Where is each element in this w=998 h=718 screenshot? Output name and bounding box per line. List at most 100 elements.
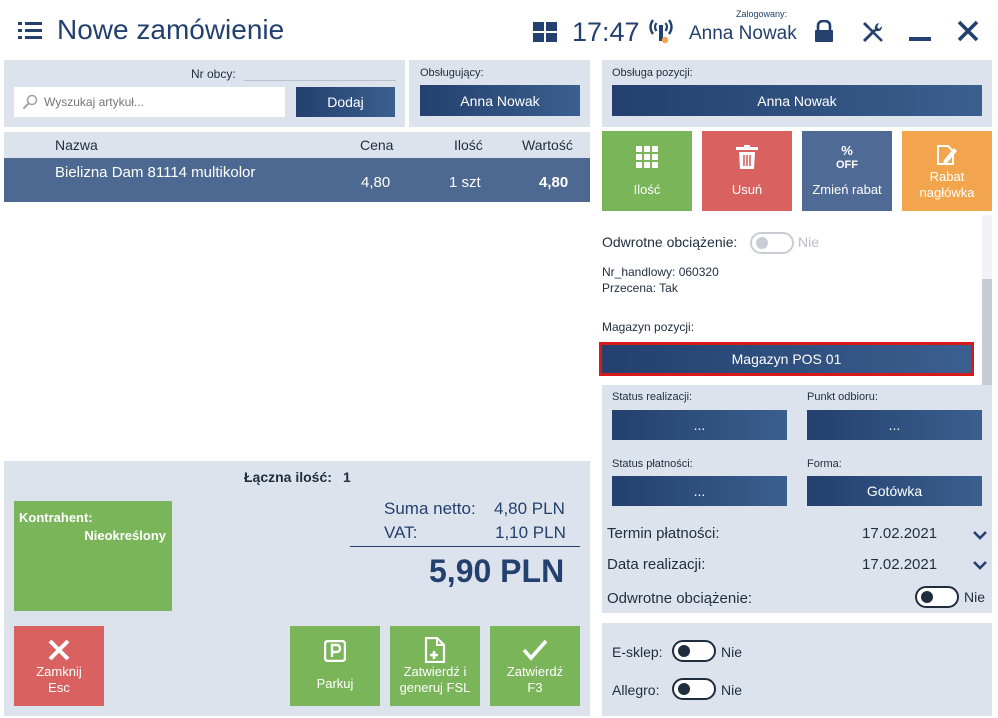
item-reverse-charge-value: Nie	[798, 234, 820, 250]
allegro-toggle[interactable]	[672, 678, 716, 700]
termin-value[interactable]: 17.02.2021	[862, 525, 937, 542]
discount-icon: % OFF	[836, 143, 858, 171]
order-reverse-charge-value: Nie	[964, 589, 986, 605]
attendant-button[interactable]: Anna Nowak	[420, 85, 580, 116]
column-name: Nazwa	[55, 137, 98, 153]
total-amount: 5,90 PLN	[429, 553, 565, 589]
clock-time: 17:47	[572, 17, 640, 47]
search-field[interactable]	[14, 87, 285, 117]
delete-tile[interactable]: Usuń	[702, 131, 792, 211]
logged-user[interactable]: Anna Nowak	[689, 23, 797, 45]
change-discount-label: Zmień rabat	[812, 182, 882, 197]
contractor-tile[interactable]: Kontrahent: Nieokreślony	[14, 501, 172, 611]
vat-value: 1,10 PLN	[495, 523, 566, 542]
nr-obcy-input[interactable]	[244, 80, 396, 81]
search-input[interactable]	[44, 93, 274, 111]
column-qty: Ilość	[454, 137, 483, 153]
position-service-button[interactable]: Anna Nowak	[612, 85, 982, 116]
esklep-toggle[interactable]	[672, 640, 716, 662]
close-icon[interactable]	[957, 20, 979, 42]
row-item-qty: 1 szt	[449, 174, 481, 191]
scrollbar-track[interactable]	[982, 215, 992, 385]
termin-label: Termin płatności:	[607, 525, 720, 542]
checkmark-icon	[522, 639, 548, 665]
status-platnosci-label: Status płatności:	[612, 458, 693, 470]
esklep-value: Nie	[721, 644, 743, 660]
discounted-flag: Przecena: Tak	[602, 281, 678, 295]
menu-icon[interactable]	[18, 22, 42, 40]
confirm-button[interactable]: Zatwierdź F3	[490, 626, 580, 706]
discount-icon-text: OFF	[836, 159, 858, 171]
order-details-panel: Status realizacji: ... Punkt odbioru: ..…	[602, 385, 992, 613]
data-realizacji-label: Data realizacji:	[607, 556, 706, 573]
close-shortcut: Esc	[48, 680, 70, 695]
delete-tile-label: Usuń	[731, 182, 763, 197]
document-add-icon	[423, 636, 447, 667]
park-button[interactable]: Parkuj	[290, 626, 380, 706]
total-quantity-value: 1	[343, 469, 351, 485]
forma-button[interactable]: Gotówka	[807, 476, 982, 506]
header-discount-tile[interactable]: Rabat nagłówka	[902, 131, 992, 211]
details-area: Odwrotne obciążenie: Nie Nr_handlowy: 06…	[598, 215, 982, 385]
status-realizacji-label: Status realizacji:	[612, 391, 693, 403]
item-reverse-charge-toggle[interactable]	[750, 232, 794, 254]
forma-label: Forma:	[807, 458, 842, 470]
total-quantity-bar: Łączna ilość: 1	[4, 461, 590, 490]
netto-label: Suma netto:	[384, 499, 476, 518]
edit-document-icon	[935, 143, 959, 171]
channels-panel: E-sklep: Nie Allegro: Nie	[602, 623, 992, 716]
quantity-tile[interactable]: Ilość	[602, 131, 692, 211]
column-value: Wartość	[522, 137, 573, 153]
termin-chevron-down-icon[interactable]	[972, 528, 988, 540]
warehouse-label: Magazyn pozycji:	[602, 320, 695, 334]
header-discount-label-2: nagłówka	[919, 185, 975, 200]
position-service-label: Obsługa pozycji:	[612, 67, 693, 79]
confirm-label: Zatwierdź	[506, 664, 564, 679]
header-bar: Nowe zamówienie 17:47 Zalogowany: Anna N…	[0, 0, 998, 60]
scrollbar-thumb[interactable]	[982, 279, 992, 385]
status-realizacji-button[interactable]: ...	[612, 410, 787, 440]
trade-number: Nr_handlowy: 060320	[602, 265, 719, 279]
attendant-panel: Obsługujący: Anna Nowak	[409, 60, 590, 127]
close-label: Zamknij	[36, 664, 82, 679]
contractor-value: Nieokreślony	[84, 528, 166, 543]
summary-divider	[350, 546, 580, 547]
attendant-label: Obsługujący:	[420, 67, 484, 79]
allegro-label: Allegro:	[612, 682, 660, 698]
netto-value: 4,80 PLN	[494, 499, 565, 518]
lock-icon[interactable]	[813, 19, 835, 42]
warehouse-button[interactable]: Magazyn POS 01	[599, 342, 974, 376]
nr-obcy-label: Nr obcy:	[191, 67, 236, 81]
quantity-tile-label: Ilość	[633, 182, 661, 197]
row-item-value: 4,80	[539, 174, 569, 191]
confirm-generate-fsl-button[interactable]: Zatwierdź i generuj FSL	[390, 626, 480, 706]
column-price: Cena	[360, 137, 394, 153]
punkt-odbioru-label: Punkt odbioru:	[807, 391, 878, 403]
summary-panel: Kontrahent: Nieokreślony Suma netto: 4,8…	[4, 490, 590, 716]
add-button[interactable]: Dodaj	[296, 87, 395, 117]
data-realizacji-chevron-down-icon[interactable]	[972, 558, 988, 570]
punkt-odbioru-button[interactable]: ...	[807, 410, 982, 440]
allegro-value: Nie	[721, 682, 743, 698]
close-button[interactable]: Zamknij Esc	[14, 626, 104, 706]
grid-icon	[636, 146, 658, 172]
status-platnosci-button[interactable]: ...	[612, 476, 787, 506]
order-reverse-charge-label: Odwrotne obciążenie:	[607, 590, 753, 607]
esklep-label: E-sklep:	[612, 644, 663, 660]
data-realizacji-value[interactable]: 17.02.2021	[862, 556, 937, 573]
change-discount-tile[interactable]: % OFF Zmień rabat	[802, 131, 892, 211]
minimize-icon[interactable]	[909, 37, 931, 41]
tools-icon[interactable]	[861, 20, 885, 44]
confirm-shortcut: F3	[527, 680, 543, 695]
order-reverse-charge-toggle[interactable]	[915, 586, 959, 608]
grid-view-icon[interactable]	[533, 22, 557, 42]
table-row[interactable]: Bielizna Dam 81114 multikolor 4,80 1 szt…	[4, 158, 590, 202]
vat-label: VAT:	[384, 523, 418, 542]
search-icon	[22, 94, 38, 110]
park-label: Parkuj	[316, 676, 354, 691]
trash-icon	[736, 145, 758, 173]
logged-label: Zalogowany:	[736, 9, 788, 19]
total-quantity-label: Łączna ilość:	[244, 469, 332, 485]
connection-icon[interactable]	[648, 16, 674, 46]
header-discount-label-1: Rabat	[929, 169, 965, 184]
